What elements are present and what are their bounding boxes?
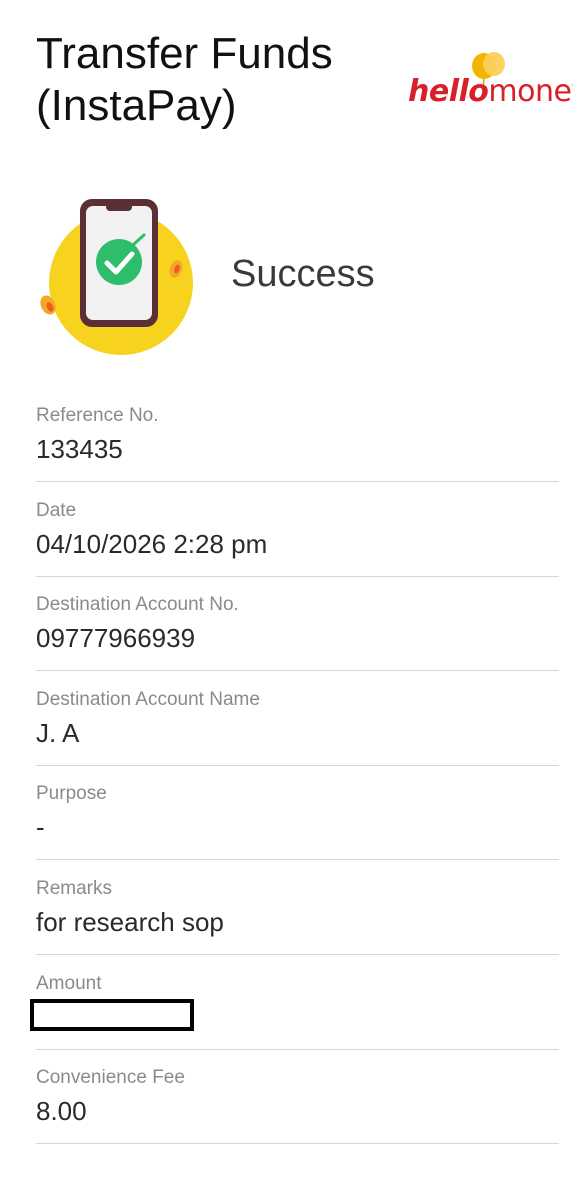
field-value: 133435	[36, 434, 123, 464]
convenience-fee-row: Convenience Fee 8.00	[36, 1050, 559, 1145]
status-section: Success	[36, 195, 536, 365]
field-value: 8.00	[36, 1096, 87, 1127]
redacted-amount-box	[30, 998, 194, 1031]
page-header: Transfer Funds (InstaPay) hellomoney	[36, 28, 573, 138]
field-label: Destination Account Name	[36, 688, 260, 710]
page-title-line1: Transfer Funds	[36, 29, 333, 78]
field-label: Remarks	[36, 877, 113, 899]
page-title-line2: (InstaPay)	[36, 81, 237, 130]
destination-account-name-row: Destination Account Name J. A	[36, 672, 559, 766]
field-value: -	[36, 812, 45, 843]
phone-check-icon	[40, 199, 193, 355]
field-value: 09777966939	[36, 623, 196, 654]
hellomoney-logo: hellomoney	[408, 50, 573, 120]
field-label: Amount	[36, 972, 102, 994]
transaction-details: Reference No. 133435 Date 04/10/2026 2:2…	[30, 388, 559, 1145]
logo-money: money	[488, 74, 573, 109]
field-value: 04/10/2026 2:28 pm	[36, 528, 268, 559]
reference-number-row: Reference No. 133435	[36, 388, 559, 482]
page-title: Transfer Funds (InstaPay)	[36, 28, 416, 132]
field-label: Reference No.	[36, 405, 159, 426]
field-label: Purpose	[36, 783, 107, 805]
field-value: for research sop	[36, 906, 224, 937]
remarks-row: Remarks for research sop	[36, 861, 559, 955]
logo-wordmark: hellomoney	[408, 74, 573, 109]
purpose-row: Purpose -	[36, 766, 559, 861]
destination-account-number-row: Destination Account No. 09777966939	[36, 577, 559, 672]
date-row: Date 04/10/2026 2:28 pm	[36, 483, 559, 577]
logo-hello: hello	[408, 74, 489, 109]
field-label: Convenience Fee	[36, 1067, 185, 1089]
field-label: Destination Account No.	[36, 594, 239, 616]
field-label: Date	[36, 499, 77, 521]
field-value: J. A	[36, 717, 80, 748]
status-label: Success	[231, 253, 375, 295]
amount-row: Amount	[30, 956, 559, 1050]
